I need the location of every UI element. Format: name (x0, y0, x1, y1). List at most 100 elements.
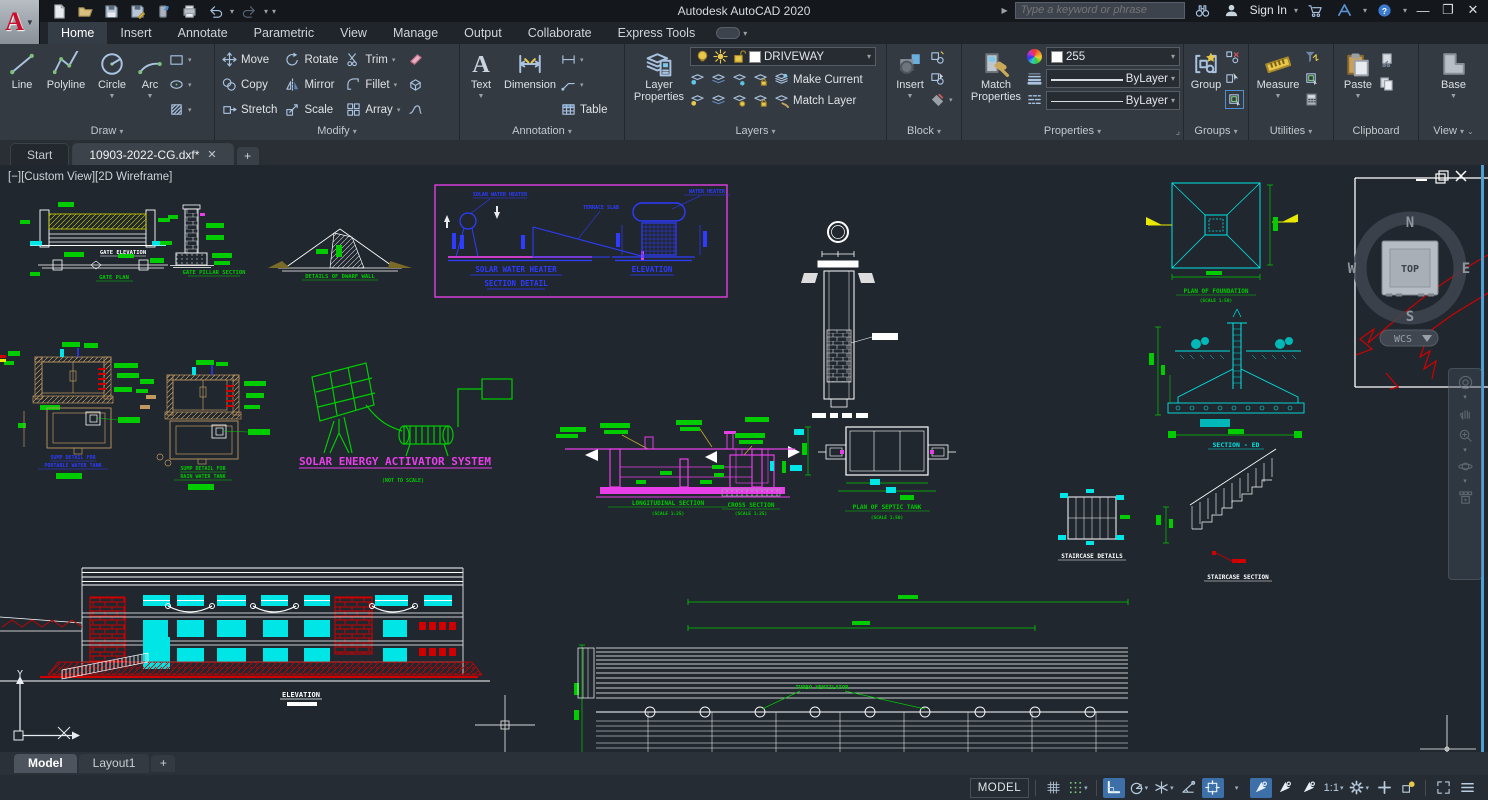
file-tab-start[interactable]: Start (10, 143, 69, 165)
close-button[interactable]: ✕ (1464, 2, 1482, 18)
mirror-tool[interactable]: Mirror (285, 77, 338, 92)
polyline-tool[interactable]: Polyline (41, 47, 91, 91)
explode-tool[interactable] (408, 77, 428, 92)
group-edit-tool[interactable] (1225, 71, 1244, 86)
paste-button[interactable]: Paste▼ (1337, 47, 1379, 103)
tab-home[interactable]: Home (48, 22, 107, 44)
polar-tracking-toggle[interactable]: ▾ (1127, 778, 1151, 798)
save-as-button[interactable] (126, 2, 148, 20)
insert-block-button[interactable]: Insert▼ (890, 47, 930, 103)
layer-isolate-tool[interactable] (711, 72, 729, 87)
edit-attributes-tool[interactable]: ▾ (930, 92, 953, 107)
erase-tool[interactable] (408, 52, 428, 67)
viewport-controls[interactable]: [−][Custom View][2D Wireframe] (8, 171, 172, 183)
tab-model[interactable]: Model (14, 754, 77, 773)
compass-west[interactable]: W (1348, 261, 1357, 277)
tab-view[interactable]: View (327, 22, 380, 44)
isometric-drafting-toggle[interactable]: ▾ (1152, 778, 1176, 798)
open-file-button[interactable] (74, 2, 96, 20)
blend-tool[interactable] (408, 102, 428, 117)
table-tool[interactable]: Table (561, 102, 608, 117)
sign-in-button[interactable]: Sign In (1250, 3, 1287, 17)
drawing-canvas[interactable]: [−][Custom View][2D Wireframe] (0, 165, 1488, 752)
redo-dropdown[interactable]: ▾ (264, 7, 268, 16)
panel-label-layers[interactable]: Layers ▾ (625, 124, 886, 140)
rectangle-tool[interactable]: ▾ (169, 52, 192, 67)
text-tool[interactable]: AText▼ (463, 47, 499, 103)
cut-tool[interactable] (1379, 52, 1394, 67)
panel-label-clipboard[interactable]: Clipboard (1334, 124, 1418, 140)
panel-label-block[interactable]: Block ▾ (887, 124, 961, 140)
tab-express-tools[interactable]: Express Tools (605, 22, 709, 44)
object-snap-tracking-toggle[interactable] (1178, 778, 1200, 798)
ungroup-tool[interactable] (1225, 50, 1244, 65)
layer-freeze-tool[interactable] (732, 72, 750, 87)
wcs-selector[interactable]: WCS (1380, 330, 1438, 346)
model-space-toggle[interactable]: MODEL (970, 778, 1029, 798)
panel-label-view[interactable]: View ▾ ⌄ (1419, 124, 1488, 140)
viewport-restore-icon[interactable] (1436, 171, 1448, 183)
array-tool[interactable]: Array▾ (346, 102, 400, 117)
search-input[interactable] (1015, 2, 1185, 19)
annotation-visibility-toggle[interactable] (1250, 778, 1272, 798)
viewport-close-icon[interactable] (1456, 171, 1466, 181)
fillet-tool[interactable]: Fillet▾ (346, 77, 400, 92)
annotation-autoscale-toggle[interactable] (1274, 778, 1296, 798)
layer-lock-tool[interactable] (753, 72, 771, 87)
make-current-button[interactable]: Make Current (774, 72, 883, 87)
dimension-style-tool[interactable]: ▾ (561, 52, 608, 67)
clean-screen-button[interactable] (1432, 778, 1454, 798)
sign-in-dropdown[interactable]: ▾ (1294, 6, 1298, 15)
panel-label-draw[interactable]: Draw ▾ (0, 124, 214, 140)
snap-toggle[interactable]: ▾ (1066, 778, 1090, 798)
compass-north[interactable]: N (1406, 215, 1414, 231)
tab-insert[interactable]: Insert (107, 22, 164, 44)
undo-dropdown[interactable]: ▾ (230, 7, 234, 16)
app-store-icon[interactable] (1305, 1, 1327, 19)
match-properties-button[interactable]: Match Properties (965, 47, 1027, 103)
layer-thaw-tool[interactable] (732, 93, 750, 108)
layer-off-tool[interactable] (690, 72, 708, 87)
panel-expander-icon[interactable]: ⌟ (1176, 124, 1180, 139)
rotate-tool[interactable]: Rotate (285, 52, 338, 67)
ellipse-tool[interactable]: ▾ (169, 77, 192, 92)
hatch-tool[interactable]: ▾ (169, 102, 192, 117)
chevron-down-icon[interactable]: ▾ (1463, 450, 1467, 452)
application-menu-button[interactable]: A▼ (0, 0, 40, 44)
ribbon-display-toggle[interactable]: ▾ (716, 22, 747, 44)
panel-label-utilities[interactable]: Utilities ▾ (1249, 124, 1333, 140)
panel-label-properties[interactable]: Properties ▾⌟ (962, 124, 1183, 140)
undo-button[interactable] (204, 2, 226, 20)
zoom-icon[interactable] (1458, 428, 1473, 443)
tab-layout1[interactable]: Layout1 (79, 754, 150, 773)
layer-on-tool[interactable] (690, 93, 708, 108)
annotation-monitor-button[interactable] (1373, 778, 1395, 798)
chevron-down-icon[interactable]: ▾ (1463, 481, 1467, 483)
lineweight-select[interactable]: ByLayer▾ (1046, 69, 1180, 88)
dimension-tool[interactable]: Dimension (499, 47, 561, 91)
orbit-icon[interactable] (1458, 459, 1473, 474)
isolate-objects-button[interactable] (1397, 778, 1419, 798)
compass-east[interactable]: E (1462, 261, 1470, 277)
view-cube-top-face[interactable]: TOP (1401, 264, 1419, 275)
layer-unisolate-tool[interactable] (711, 93, 729, 108)
layer-properties-button[interactable]: Layer Properties (628, 47, 690, 103)
navigation-bar[interactable]: ▾ ▾ ▾ (1448, 368, 1482, 580)
qat-customize-button[interactable]: ▾ (272, 7, 276, 16)
new-drawing-tab-button[interactable]: + (237, 147, 259, 165)
create-block-tool[interactable] (930, 50, 953, 65)
panel-label-annotation[interactable]: Annotation ▾ (460, 124, 624, 140)
edit-block-tool[interactable] (930, 71, 953, 86)
ortho-toggle[interactable] (1103, 778, 1125, 798)
group-button[interactable]: Group (1187, 47, 1225, 91)
quick-select-tool[interactable] (1304, 50, 1319, 65)
tab-annotate[interactable]: Annotate (165, 22, 241, 44)
tab-collaborate[interactable]: Collaborate (515, 22, 605, 44)
search-icon[interactable] (1192, 1, 1214, 19)
object-color-select[interactable]: 255▾ (1046, 47, 1180, 66)
arc-tool[interactable]: Arc▼ (133, 47, 167, 103)
restore-button[interactable]: ❐ (1439, 2, 1457, 18)
move-tool[interactable]: Move (222, 52, 277, 67)
workspace-switching-button[interactable]: ▾ (1347, 778, 1371, 798)
share-button[interactable] (152, 2, 174, 20)
